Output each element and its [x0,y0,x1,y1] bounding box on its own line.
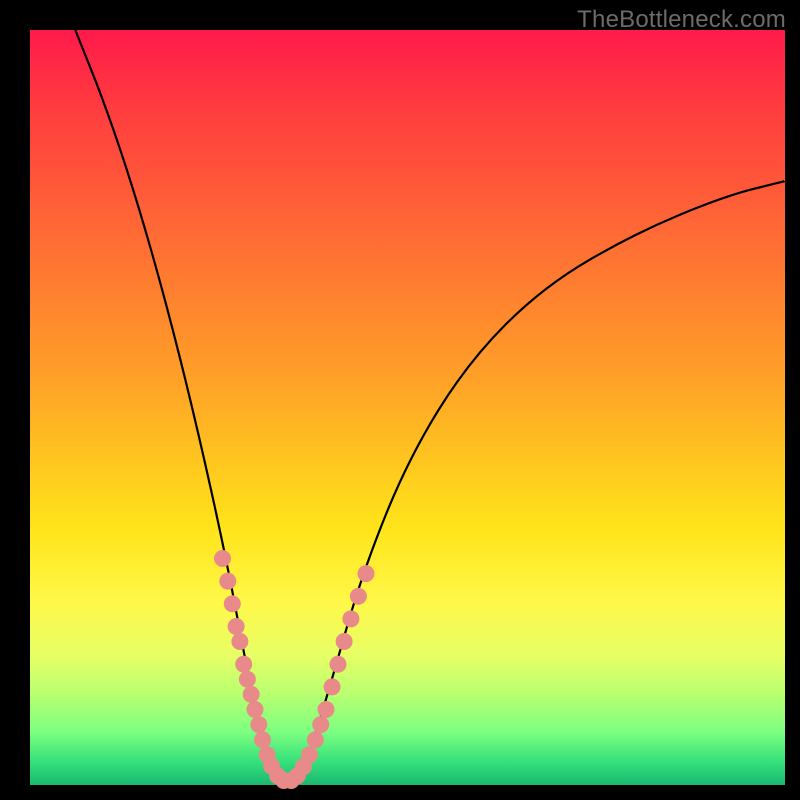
scatter-dot [243,686,260,703]
scatter-dot [228,618,245,635]
scatter-dot [330,656,347,673]
scatter-dot [219,573,236,590]
scatter-dot [307,731,324,748]
watermark-text: TheBottleneck.com [577,6,786,34]
scatter-dot [231,633,248,650]
scatter-dot [336,633,353,650]
scatter-dot [324,678,341,695]
scatter-dot [301,746,318,763]
chart-frame: TheBottleneck.com [0,0,800,800]
scatter-dot [350,588,367,605]
scatter-dot [239,671,256,688]
scatter-dot [224,595,241,612]
scatter-dot [254,731,271,748]
scatter-dot [312,716,329,733]
scatter-dot [214,550,231,567]
scatter-dot [318,701,335,718]
scatter-dot [250,716,267,733]
scatter-dot [247,701,264,718]
scatter-dot [358,565,375,582]
scatter-dots [214,550,375,789]
bottleneck-curve [75,30,785,785]
scatter-dot [235,656,252,673]
plot-area [30,30,785,785]
chart-svg [30,30,785,785]
scatter-dot [342,610,359,627]
